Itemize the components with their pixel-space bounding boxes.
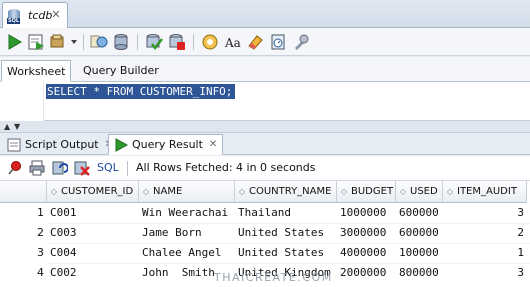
row-number[interactable]: 1: [0, 203, 47, 223]
cell-used[interactable]: 800000: [396, 263, 443, 283]
title-bar: SQL tcdb ✕: [0, 0, 530, 28]
cell-country-name[interactable]: Thailand: [235, 203, 337, 223]
cell-customer-id[interactable]: C003: [47, 223, 139, 243]
sort-icon: ◇: [399, 187, 407, 196]
toolbar-separator: [137, 34, 138, 50]
cell-country-name[interactable]: United States: [235, 243, 337, 263]
commit-icon[interactable]: [145, 33, 163, 51]
close-icon[interactable]: ✕: [50, 9, 62, 21]
explain-plan-icon[interactable]: [49, 33, 67, 51]
cell-budget[interactable]: 3000000: [337, 223, 396, 243]
column-header-country-name[interactable]: ◇ COUNTRY_NAME: [235, 181, 337, 203]
sql-tuning-icon[interactable]: [201, 33, 219, 51]
worksheet-tabs: Worksheet Query Builder: [0, 57, 530, 82]
cell-name[interactable]: Chalee Angel: [139, 243, 235, 263]
column-header-customer-id[interactable]: ◇ CUSTOMER_ID: [47, 181, 139, 203]
database-icon: SQL: [7, 8, 23, 24]
tab-label: Query Result: [132, 138, 203, 151]
tools-icon[interactable]: [292, 33, 310, 51]
cell-item-audit[interactable]: 3: [443, 203, 527, 223]
cell-customer-id[interactable]: C002: [47, 263, 139, 283]
tab-tcdb[interactable]: SQL tcdb ✕: [2, 2, 68, 28]
row-number[interactable]: 3: [0, 243, 47, 263]
svg-text:Aa: Aa: [224, 36, 241, 50]
history-icon[interactable]: [112, 33, 130, 51]
clear-icon[interactable]: [246, 33, 264, 51]
cell-name[interactable]: Win Weerachai: [139, 203, 235, 223]
script-output-icon: [7, 138, 21, 151]
cell-budget[interactable]: 1000000: [337, 203, 396, 223]
cell-item-audit[interactable]: 2: [443, 223, 527, 243]
cell-item-audit[interactable]: 1: [443, 243, 527, 263]
cell-customer-id[interactable]: C001: [47, 203, 139, 223]
format-icon[interactable]: [269, 33, 287, 51]
watermark: THAICREATE.COM: [214, 271, 333, 284]
cell-used[interactable]: 600000: [396, 203, 443, 223]
results-toolbar: SQL All Rows Fetched: 4 in 0 seconds: [0, 156, 530, 181]
editor-gutter: [0, 82, 44, 121]
refresh-icon[interactable]: [52, 160, 68, 176]
tab-title: tcdb: [28, 9, 53, 22]
sql-statement[interactable]: SELECT * FROM CUSTOMER_INFO;: [46, 84, 236, 99]
cell-country-name[interactable]: United States: [235, 223, 337, 243]
row-number[interactable]: 4: [0, 263, 47, 283]
autotrace-icon[interactable]: [90, 33, 108, 51]
column-header-budget[interactable]: ◇ BUDGET: [337, 181, 396, 203]
sql-link[interactable]: SQL: [97, 160, 119, 176]
sort-icon: ◇: [238, 187, 246, 196]
sort-icon: ◇: [446, 187, 454, 196]
cell-item-audit[interactable]: 3: [443, 263, 527, 283]
cell-budget[interactable]: 4000000: [337, 243, 396, 263]
tab-worksheet[interactable]: Worksheet: [1, 60, 72, 82]
collapse-up-icon[interactable]: ▲: [4, 123, 10, 131]
print-icon[interactable]: [29, 160, 45, 176]
tab-script-output[interactable]: Script Output ✕: [2, 134, 118, 155]
row-number[interactable]: 2: [0, 223, 47, 243]
tab-query-builder[interactable]: Query Builder: [78, 60, 164, 82]
sort-icon: ◇: [50, 187, 58, 196]
run-icon: [115, 137, 128, 152]
column-header-used[interactable]: ◇ USED: [396, 181, 443, 203]
column-header-name[interactable]: ◇ NAME: [139, 181, 235, 203]
collapse-down-icon[interactable]: ▼: [14, 123, 20, 131]
close-icon[interactable]: ✕: [209, 139, 217, 150]
run-script-icon[interactable]: [27, 33, 45, 51]
cell-budget[interactable]: 2000000: [337, 263, 396, 283]
cell-used[interactable]: 600000: [396, 223, 443, 243]
pin-icon[interactable]: [7, 160, 23, 176]
tab-label: Script Output: [25, 138, 99, 151]
uppercase-icon[interactable]: Aa: [224, 33, 242, 51]
cell-name[interactable]: Jame Born: [139, 223, 235, 243]
output-tabs: Script Output ✕ Query Result ✕: [0, 133, 530, 155]
sort-icon: ◇: [142, 187, 150, 196]
results-grid: ◇ CUSTOMER_ID ◇ NAME ◇ COUNTRY_NAME ◇ BUDGET…: [0, 181, 530, 287]
cell-customer-id[interactable]: C004: [47, 243, 139, 263]
rollback-icon[interactable]: [168, 33, 186, 51]
tab-query-result[interactable]: Query Result ✕: [108, 134, 224, 155]
toolbar-separator: [127, 161, 128, 176]
run-statement-icon[interactable]: [5, 33, 23, 51]
cell-used[interactable]: 100000: [396, 243, 443, 263]
row-number-header: [0, 181, 47, 203]
chevron-down-icon[interactable]: [69, 33, 79, 51]
toolbar-separator: [83, 34, 84, 50]
sql-editor[interactable]: SELECT * FROM CUSTOMER_INFO;: [0, 82, 530, 121]
sort-icon: ◇: [340, 187, 348, 196]
column-header-item-audit[interactable]: ◇ ITEM_AUDIT: [443, 181, 527, 203]
splitter[interactable]: ▲ ▼: [0, 121, 530, 133]
fetch-status: All Rows Fetched: 4 in 0 seconds: [136, 161, 316, 174]
delete-icon[interactable]: [74, 160, 90, 176]
toolbar: Aa: [0, 28, 530, 56]
toolbar-separator: [193, 34, 194, 50]
